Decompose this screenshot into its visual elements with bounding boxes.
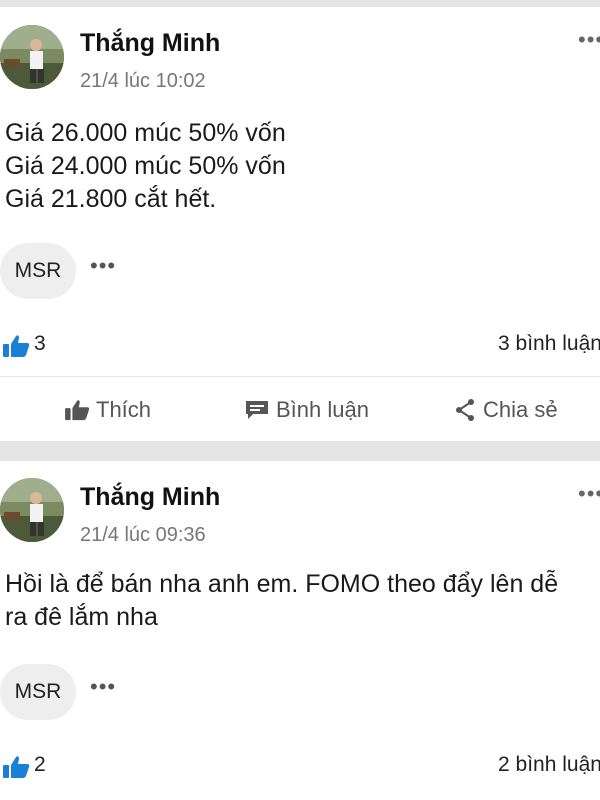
avatar[interactable] bbox=[0, 478, 64, 542]
avatar[interactable] bbox=[0, 25, 64, 89]
comment-count[interactable]: 2 bình luận bbox=[498, 753, 600, 777]
thumbs-up-icon bbox=[3, 335, 30, 357]
post-timestamp: 21/4 lúc 10:02 bbox=[80, 70, 206, 92]
comment-button[interactable]: Bình luận bbox=[244, 380, 369, 440]
share-icon bbox=[456, 399, 474, 421]
post-options-button[interactable]: ••• bbox=[578, 483, 600, 505]
post-timestamp: 21/4 lúc 09:36 bbox=[80, 524, 206, 546]
post-card: Thắng Minh 21/4 lúc 10:02 ••• Giá 26.000… bbox=[0, 7, 600, 441]
post-content: Hồi là để bán nha anh em. FOMO theo đẩy … bbox=[5, 568, 600, 634]
comment-count[interactable]: 3 bình luận bbox=[498, 332, 600, 356]
like-button[interactable]: Thích bbox=[64, 380, 151, 440]
post-stats: 3 3 bình luận bbox=[0, 332, 600, 362]
like-count[interactable]: 2 bbox=[34, 753, 46, 777]
post-author[interactable]: Thắng Minh bbox=[80, 483, 220, 512]
post-content-line: Giá 26.000 múc 50% vốn bbox=[5, 119, 286, 147]
comment-button-label: Bình luận bbox=[276, 397, 369, 422]
post-card: Thắng Minh 21/4 lúc 09:36 ••• Hồi là để … bbox=[0, 461, 600, 800]
share-button[interactable]: Chia sẻ bbox=[453, 380, 558, 440]
share-button-label: Chia sẻ bbox=[483, 397, 558, 422]
divider bbox=[0, 376, 600, 377]
post-actions: Thích Bình luận Chia sẻ bbox=[0, 380, 600, 440]
post-stats: 2 2 bình luận bbox=[0, 753, 600, 783]
thumbs-up-icon bbox=[3, 756, 30, 778]
post-options-button[interactable]: ••• bbox=[578, 29, 600, 51]
top-separator bbox=[0, 0, 600, 7]
thumbs-up-icon bbox=[65, 400, 90, 421]
like-button-label: Thích bbox=[96, 397, 152, 422]
post-content: Giá 26.000 múc 50% vốn Giá 24.000 múc 50… bbox=[5, 117, 600, 216]
tag-more-button[interactable]: ••• bbox=[90, 674, 116, 700]
post-author[interactable]: Thắng Minh bbox=[80, 29, 220, 58]
post-content-line: Giá 24.000 múc 50% vốn bbox=[5, 152, 286, 180]
comment-icon bbox=[246, 401, 268, 419]
like-count[interactable]: 3 bbox=[34, 332, 46, 356]
post-content-line: Hồi là để bán nha anh em. FOMO theo đẩy … bbox=[5, 570, 559, 598]
stock-tag[interactable]: MSR bbox=[0, 664, 76, 720]
stock-tag[interactable]: MSR bbox=[0, 243, 76, 299]
post-content-line: Giá 21.800 cắt hết. bbox=[5, 185, 217, 213]
tag-more-button[interactable]: ••• bbox=[90, 253, 116, 279]
post-content-line: ra đê lắm nha bbox=[5, 603, 158, 631]
post-separator bbox=[0, 441, 600, 461]
